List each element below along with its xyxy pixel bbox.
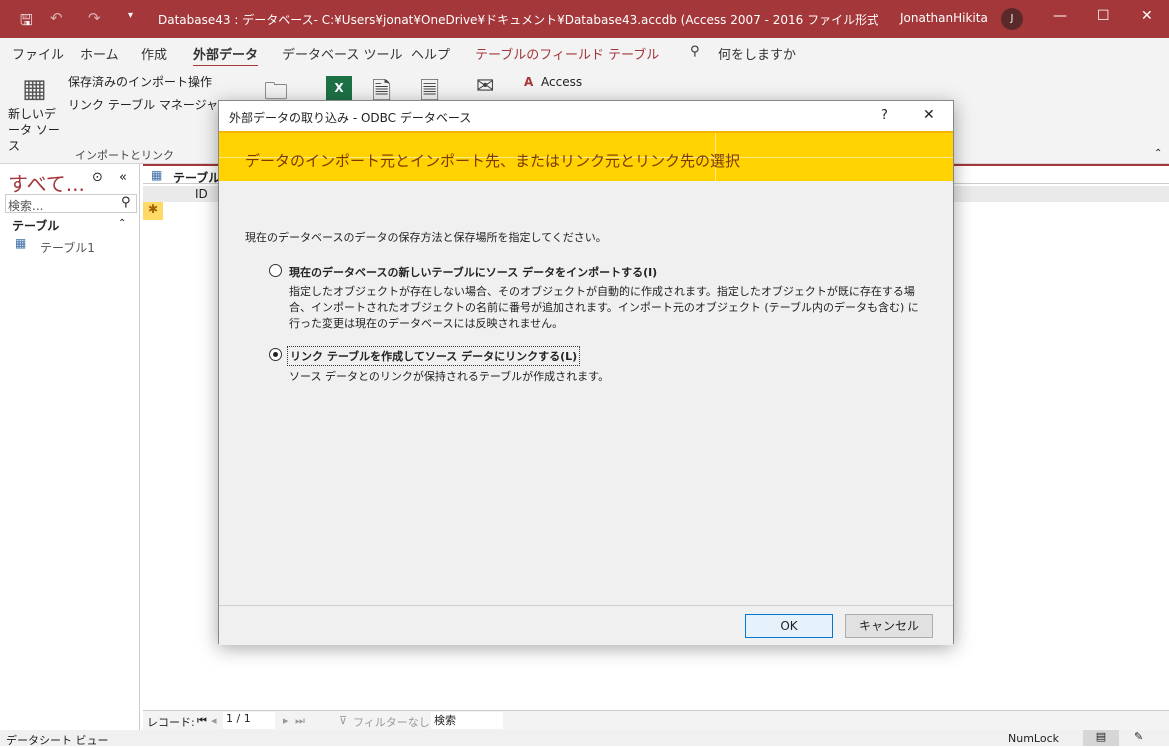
ok-button[interactable]: OK [745, 614, 833, 638]
link-option-radio[interactable] [269, 348, 282, 361]
dialog-close-button[interactable]: ✕ [923, 107, 935, 123]
cancel-button[interactable]: キャンセル [845, 614, 933, 638]
dialog-footer: OK キャンセル [219, 605, 953, 645]
dialog-title: 外部データの取り込み - ODBC データベース [229, 111, 472, 125]
import-option-label[interactable]: 現在のデータベースの新しいテーブルにソース データをインポートする(I) [289, 264, 657, 280]
import-option-radio[interactable] [269, 264, 282, 277]
link-option-description: ソース データとのリンクが保持されるテーブルが作成されます。 [289, 370, 610, 383]
import-dialog: 外部データの取り込み - ODBC データベース ? ✕ データのインポート元と… [218, 100, 954, 645]
dialog-title-bar: 外部データの取り込み - ODBC データベース ? ✕ [219, 101, 953, 131]
import-option-description: 指定したオブジェクトが存在しない場合、そのオブジェクトが自動的に作成されます。指… [289, 285, 919, 330]
dialog-body: 現在のデータベースのデータの保存方法と保存場所を指定してください。 現在のデータ… [219, 181, 953, 605]
help-button[interactable]: ? [881, 108, 888, 123]
prompt-text: 現在のデータベースのデータの保存方法と保存場所を指定してください。 [245, 231, 607, 244]
link-option-label[interactable]: リンク テーブルを作成してソース データにリンクする(L) [287, 346, 581, 366]
banner-heading: データのインポート元とインポート先、またはリンク元とリンク先の選択 [245, 152, 741, 170]
dialog-banner: データのインポート元とインポート先、またはリンク元とリンク先の選択 [219, 131, 953, 181]
